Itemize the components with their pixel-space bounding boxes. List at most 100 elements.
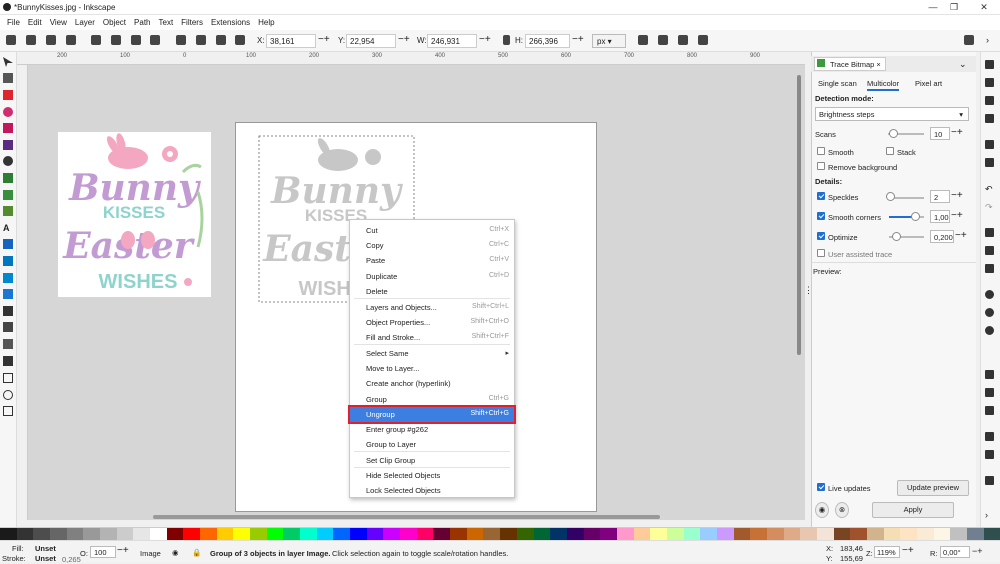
palette-swatch[interactable] (766, 528, 784, 540)
palette-swatch[interactable] (966, 528, 984, 540)
minimize-icon[interactable]: — (926, 1, 940, 13)
palette-swatch[interactable] (683, 528, 701, 540)
palette-swatch[interactable] (933, 528, 951, 540)
height-field[interactable]: 266,396 (525, 34, 570, 48)
export-icon[interactable] (985, 158, 994, 167)
palette-swatch[interactable] (133, 528, 151, 540)
save-icon[interactable] (985, 96, 994, 105)
zoom-page-icon[interactable] (985, 326, 994, 335)
palette-swatch[interactable] (533, 528, 551, 540)
smooth-checkbox[interactable] (817, 147, 825, 155)
menu-item-enter-group[interactable]: Enter group #g262 (350, 422, 514, 437)
vertical-scrollbar[interactable] (797, 75, 801, 355)
zoom-field[interactable]: 119% (874, 546, 900, 558)
tab-pixel-art[interactable]: Pixel art (915, 79, 942, 88)
palette-swatch[interactable] (733, 528, 751, 540)
palette-swatch[interactable] (466, 528, 484, 540)
align-icon[interactable] (985, 476, 994, 485)
palette-swatch[interactable] (883, 528, 901, 540)
palette-swatch[interactable] (383, 528, 401, 540)
menu-item-duplicate[interactable]: Duplicate Ctrl+D (350, 269, 514, 284)
opacity-field[interactable]: 100 (90, 546, 116, 558)
palette-swatch[interactable] (583, 528, 601, 540)
reset-icon[interactable]: ⊗ (835, 502, 849, 518)
menu-item-hide-selected[interactable]: Hide Selected Objects (350, 468, 514, 483)
3d-box-tool-icon[interactable] (3, 140, 13, 150)
deselect-icon[interactable] (46, 35, 56, 45)
menu-item-move-to-layer[interactable]: Move to Layer... (350, 361, 514, 376)
flip-vertical-icon[interactable] (150, 35, 160, 45)
transform-gradients-icon[interactable] (678, 35, 688, 45)
units-select[interactable]: px ▾ (592, 34, 626, 48)
scale-stroke-icon[interactable] (638, 35, 648, 45)
palette-swatch[interactable] (850, 528, 867, 540)
palette-swatch[interactable] (166, 528, 184, 540)
palette-swatch[interactable] (650, 528, 667, 540)
y-stepper[interactable]: −+ (398, 35, 410, 45)
menu-item-copy[interactable]: Copy Ctrl+C (350, 238, 514, 253)
select-all-icon[interactable] (6, 35, 16, 45)
palette-swatch[interactable] (266, 528, 284, 540)
smooth-corners-checkbox[interactable] (817, 212, 825, 220)
palette-swatch[interactable] (800, 528, 817, 540)
palette-swatch[interactable] (100, 528, 117, 540)
stop-icon[interactable]: ◉ (815, 502, 829, 518)
menu-item-group[interactable]: Group Ctrl+G (350, 392, 514, 407)
menu-extensions[interactable]: Extensions (211, 18, 250, 27)
menu-item-layers-and-objects[interactable]: Layers and Objects... Shift+Ctrl+L (350, 300, 514, 315)
undo-icon[interactable]: ↶ (985, 184, 994, 194)
palette-swatch[interactable] (783, 528, 801, 540)
pencil-tool-icon[interactable] (3, 173, 13, 183)
palette-swatch[interactable] (400, 528, 417, 540)
pages-tool-icon[interactable] (3, 373, 13, 383)
palette-swatch[interactable] (450, 528, 467, 540)
palette-swatch[interactable] (50, 528, 67, 540)
palette-swatch[interactable] (66, 528, 84, 540)
menu-item-select-same[interactable]: Select Same ▸ (350, 346, 514, 361)
rectangle-tool-icon[interactable] (3, 90, 13, 100)
menu-item-fill-and-stroke[interactable]: Fill and Stroke... Shift+Ctrl+F (350, 330, 514, 345)
height-stepper[interactable]: −+ (572, 35, 584, 45)
spray-tool-icon[interactable] (3, 322, 13, 332)
stroke-width[interactable]: 0,265 (62, 555, 81, 564)
zoom-selection-icon[interactable] (985, 290, 994, 299)
palette-swatch[interactable] (16, 528, 34, 540)
eraser-tool-icon[interactable] (3, 339, 13, 349)
palette-swatch[interactable] (333, 528, 351, 540)
mesh-tool-icon[interactable] (3, 256, 13, 266)
menu-item-cut[interactable]: Cut Ctrl+X (350, 223, 514, 238)
snap-toggle-icon[interactable] (964, 35, 974, 45)
scans-field[interactable]: 10 (930, 127, 950, 140)
opacity-stepper[interactable]: −+ (117, 546, 129, 556)
dock-menu-chevron-icon[interactable]: ⌄ (959, 59, 967, 70)
panel-resize-handle-icon[interactable]: ⋮ (804, 285, 813, 296)
spiral-tool-icon[interactable] (3, 156, 13, 166)
speckles-stepper[interactable]: −+ (951, 191, 963, 201)
palette-swatch[interactable] (366, 528, 384, 540)
menu-item-object-properties[interactable]: Object Properties... Shift+Ctrl+O (350, 315, 514, 330)
dropper-tool-icon[interactable] (3, 273, 13, 283)
raise-to-top-icon[interactable] (176, 35, 186, 45)
lock-ratio-icon[interactable] (503, 35, 510, 45)
menu-layer[interactable]: Layer (75, 18, 95, 27)
new-document-icon[interactable] (985, 60, 994, 69)
menu-edit[interactable]: Edit (28, 18, 42, 27)
more-chevron-icon[interactable]: › (986, 35, 996, 45)
layer-lock-icon[interactable]: 🔒 (192, 548, 201, 557)
palette-swatch[interactable] (416, 528, 434, 540)
raise-icon[interactable] (196, 35, 206, 45)
unlink-clone-icon[interactable] (985, 406, 994, 415)
palette-swatch[interactable] (950, 528, 967, 540)
scans-slider-knob[interactable] (888, 129, 898, 138)
palette-swatch[interactable] (600, 528, 617, 540)
rotation-stepper[interactable]: −+ (972, 546, 983, 556)
menu-item-paste[interactable]: Paste Ctrl+V (350, 253, 514, 268)
close-tab-icon[interactable]: × (876, 60, 880, 69)
palette-swatch[interactable] (550, 528, 567, 540)
optimize-field[interactable]: 0,200 (930, 230, 954, 243)
palette-swatch[interactable] (116, 528, 134, 540)
palette-swatch[interactable] (316, 528, 334, 540)
menu-item-delete[interactable]: Delete (350, 284, 514, 299)
node-tool-icon[interactable] (3, 73, 13, 83)
lower-icon[interactable] (216, 35, 226, 45)
